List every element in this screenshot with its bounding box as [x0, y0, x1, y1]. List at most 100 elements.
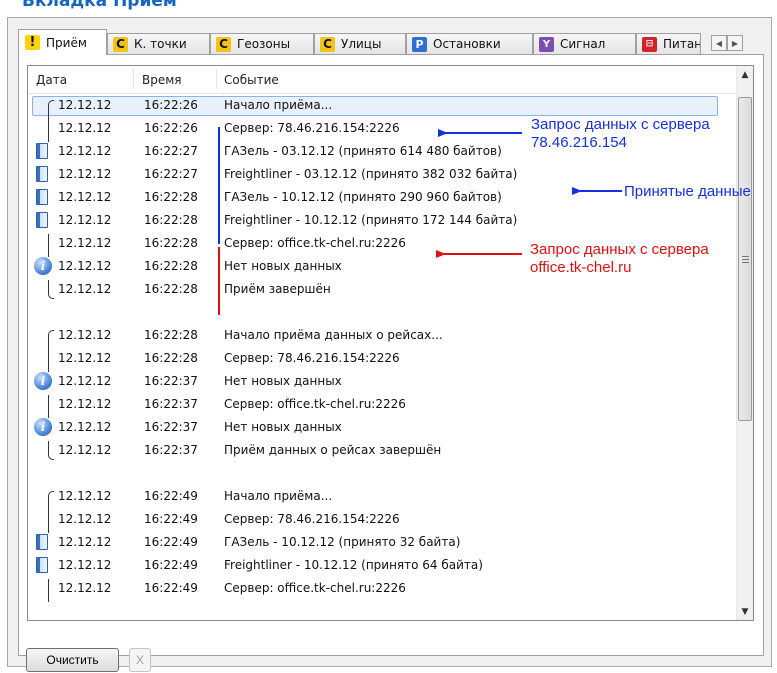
arrow-up-icon: ▲ — [741, 69, 749, 80]
group-bracket-mid-icon — [48, 579, 54, 602]
grip-line — [742, 259, 749, 260]
cell-date: 12.12.12 — [58, 98, 112, 112]
cell-event: Freightliner - 10.12.12 (принято 172 144… — [224, 213, 518, 227]
cell-date: 12.12.12 — [58, 420, 112, 434]
cell-event: Сервер: office.tk-chel.ru:2226 — [224, 581, 406, 595]
log-row[interactable]: 12.12.12 16:22:49 ГАЗель - 10.12.12 (приня… — [28, 531, 736, 554]
row-marker — [33, 188, 51, 207]
tab-receive[interactable]: ! Приём — [18, 29, 107, 55]
row-marker: i — [33, 418, 52, 437]
group-bracket-end-icon — [48, 441, 54, 460]
power-icon: ⊟ — [642, 36, 657, 52]
column-divider[interactable] — [133, 69, 134, 89]
document-icon — [36, 534, 48, 550]
scroll-up-button[interactable]: ▲ — [737, 66, 753, 83]
annotation-server1-address: 78.46.216.154 — [531, 134, 627, 151]
tab-scroll-left-button[interactable]: ◀ — [711, 35, 727, 51]
cell-date: 12.12.12 — [58, 535, 112, 549]
column-divider[interactable] — [216, 69, 217, 89]
row-marker — [33, 119, 51, 142]
cell-date: 12.12.12 — [58, 397, 112, 411]
row-marker — [33, 96, 54, 120]
log-row[interactable]: i 12.12.12 16:22:37 Нет новых данных — [28, 416, 736, 439]
grip-line — [742, 262, 749, 263]
document-icon — [36, 212, 48, 228]
log-header: Дата Время Событие — [28, 66, 736, 94]
cell-time: 16:22:26 — [144, 98, 198, 112]
annotation-bracket-blue — [218, 127, 220, 244]
scroll-thumb[interactable] — [738, 97, 752, 421]
log-row[interactable]: 12.12.12 16:22:37 Приём данных о рейсах за… — [28, 439, 736, 462]
event-log-list[interactable]: Дата Время Событие 12.12.12 16:22:26 Начал… — [27, 65, 754, 621]
tab-signal[interactable]: Y Сигнал — [533, 33, 636, 54]
arrow-right-icon: ▶ — [731, 38, 739, 48]
row-marker — [33, 579, 51, 602]
tab-stops[interactable]: P Остановки — [406, 33, 533, 54]
log-row[interactable]: 12.12.12 16:22:49 Сервер: 78.46.216.154:22… — [28, 508, 736, 533]
log-row[interactable]: 12.12.12 16:22:26 Начало приёма... — [28, 94, 736, 120]
cell-event: Сервер: 78.46.216.154:2226 — [224, 121, 400, 135]
tab-label: Геозоны — [237, 37, 291, 51]
cell-event: Нет новых данных — [224, 374, 342, 388]
document-icon — [36, 143, 48, 159]
cell-time: 16:22:49 — [144, 581, 198, 595]
log-spacer-row — [28, 301, 736, 324]
tab-geozones[interactable]: C Геозоны — [210, 33, 314, 54]
row-marker — [33, 441, 54, 460]
cell-event: Начало приёма... — [224, 489, 333, 503]
annotation-server2-title: Запрос данных с сервера — [530, 241, 709, 258]
document-icon — [36, 557, 48, 573]
tab-label: К. точки — [134, 37, 187, 51]
cell-event: Приём завершён — [224, 282, 331, 296]
info-icon: i — [34, 418, 52, 436]
column-header-time[interactable]: Время — [142, 73, 182, 87]
clear-button[interactable]: Очистить — [26, 648, 119, 672]
tab-bar: ! Приём C К. точки C Геозоны C Улицы P О… — [18, 29, 768, 55]
cell-time: 16:22:49 — [144, 512, 198, 526]
annotation-server1-title: Запрос данных с сервера — [531, 116, 710, 133]
cell-date: 12.12.12 — [58, 489, 112, 503]
cell-time: 16:22:28 — [144, 259, 198, 273]
cell-time: 16:22:27 — [144, 144, 198, 158]
log-row[interactable]: 12.12.12 16:22:28 Начало приёма данных о р… — [28, 324, 736, 350]
column-header-event[interactable]: Событие — [224, 73, 279, 87]
column-header-date[interactable]: Дата — [36, 73, 67, 87]
tab-page-receive: Дата Время Событие 12.12.12 16:22:26 Начал… — [18, 54, 764, 672]
log-row[interactable]: 12.12.12 16:22:28 Приём завершён — [28, 278, 736, 301]
exclamation-icon: ! — [25, 35, 40, 50]
cell-event: ГАЗель - 10.12.12 (принято 32 байта) — [224, 535, 461, 549]
cell-time: 16:22:26 — [144, 121, 198, 135]
log-row[interactable]: 12.12.12 16:22:49 Сервер: office.tk-chel.r… — [28, 577, 736, 602]
scroll-down-button[interactable]: ▼ — [737, 603, 753, 620]
tab-label: Остановки — [433, 37, 501, 51]
tab-control-points[interactable]: C К. точки — [107, 33, 210, 54]
group-bracket-mid-icon — [48, 510, 54, 533]
group-bracket-mid-icon — [48, 234, 54, 257]
cell-event: Сервер: 78.46.216.154:2226 — [224, 512, 400, 526]
tab-scroll-right-button[interactable]: ▶ — [727, 35, 743, 51]
cell-date: 12.12.12 — [58, 167, 112, 181]
cell-time: 16:22:27 — [144, 167, 198, 181]
close-button[interactable]: X — [129, 648, 151, 672]
log-rows: 12.12.12 16:22:26 Начало приёма... 12.12.12… — [28, 94, 736, 602]
log-row[interactable]: 12.12.12 16:22:49 Начало приёма... — [28, 485, 736, 511]
cell-date: 12.12.12 — [58, 558, 112, 572]
tab-streets[interactable]: C Улицы — [314, 33, 406, 54]
cell-event: Начало приёма данных о рейсах... — [224, 328, 443, 342]
tab-label: Питан — [663, 37, 701, 51]
cell-date: 12.12.12 — [58, 443, 112, 457]
log-row[interactable]: i 12.12.12 16:22:37 Нет новых данных — [28, 370, 736, 393]
log-row[interactable]: 12.12.12 16:22:28 Freightliner - 10.12.12 … — [28, 209, 736, 232]
group-bracket-mid-icon — [48, 395, 54, 418]
log-row[interactable]: 12.12.12 16:22:28 Сервер: 78.46.216.154:22… — [28, 347, 736, 372]
group-bracket-end-icon — [48, 280, 54, 299]
arrow-down-icon: ▼ — [741, 606, 749, 617]
vertical-scrollbar[interactable]: ▲ ▼ — [736, 66, 753, 620]
log-row[interactable]: 12.12.12 16:22:27 ГАЗель - 03.12.12 (приня… — [28, 140, 736, 163]
log-row[interactable]: 12.12.12 16:22:49 Freightliner - 10.12.12 … — [28, 554, 736, 577]
info-icon: i — [34, 257, 52, 275]
log-row[interactable]: 12.12.12 16:22:37 Сервер: office.tk-chel.r… — [28, 393, 736, 418]
tab-power[interactable]: ⊟ Питан — [636, 33, 701, 54]
log-spacer-row — [28, 462, 736, 485]
cell-event: Freightliner - 03.12.12 (принято 382 032… — [224, 167, 518, 181]
